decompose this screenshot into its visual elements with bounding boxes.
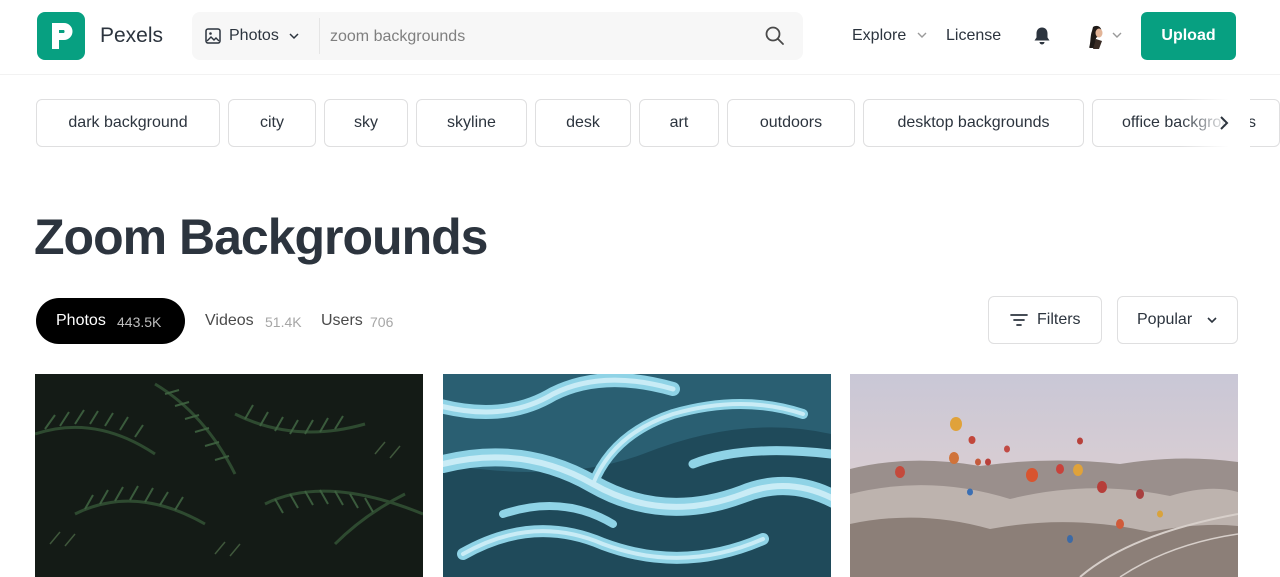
chip-outdoors[interactable]: outdoors: [727, 99, 855, 147]
filters-button[interactable]: Filters: [988, 296, 1102, 344]
tab-videos[interactable]: Videos: [205, 312, 254, 330]
chevron-down-icon: [289, 33, 299, 40]
tab-photos-count: 443.5K: [117, 314, 162, 330]
filter-icon: [1010, 314, 1028, 326]
photo-card-balloons[interactable]: [850, 374, 1238, 577]
related-searches-chips: dark background city sky skyline desk ar…: [0, 99, 1280, 147]
river-aerial-photo-image: [443, 374, 831, 577]
chevron-down-icon[interactable]: [917, 31, 927, 39]
brand-name[interactable]: Pexels: [100, 23, 163, 49]
tab-users-count: 706: [370, 314, 394, 330]
tab-photos-label: Photos: [56, 312, 106, 329]
chip-desktop-backgrounds[interactable]: desktop backgrounds: [863, 99, 1084, 147]
tab-photos[interactable]: Photos 443.5K: [36, 298, 185, 344]
chip-sky[interactable]: sky: [324, 99, 408, 147]
user-avatar[interactable]: [1083, 22, 1111, 50]
chevron-right-icon[interactable]: [1214, 113, 1234, 133]
sort-label: Popular: [1137, 311, 1193, 328]
fern-photo-image: [35, 374, 423, 577]
tab-videos-count: 51.4K: [265, 314, 302, 330]
search-input[interactable]: [328, 20, 752, 54]
chip-art[interactable]: art: [639, 99, 719, 147]
hot-air-balloons-photo-image: [850, 374, 1238, 577]
chip-city[interactable]: city: [228, 99, 316, 147]
page-title: Zoom Backgrounds: [34, 209, 488, 265]
chip-skyline[interactable]: skyline: [416, 99, 527, 147]
chevron-down-icon: [1207, 317, 1217, 324]
nav-explore[interactable]: Explore: [852, 26, 906, 46]
chip-dark-background[interactable]: dark background: [36, 99, 220, 147]
pexels-logo[interactable]: [37, 12, 85, 60]
search-type-label: Photos: [229, 27, 279, 44]
photo-card-river[interactable]: [443, 374, 831, 577]
search-divider: [319, 18, 320, 54]
filters-label: Filters: [1037, 311, 1081, 328]
tab-users[interactable]: Users: [321, 312, 363, 330]
upload-button[interactable]: Upload: [1141, 12, 1236, 60]
chip-desk[interactable]: desk: [535, 99, 631, 147]
chevron-down-icon[interactable]: [1112, 31, 1122, 39]
search-bar: Photos: [192, 12, 803, 60]
notifications-bell-icon[interactable]: [1033, 26, 1051, 46]
pexels-logo-icon: [52, 23, 73, 49]
image-icon: [205, 28, 221, 44]
photo-card-fern[interactable]: [35, 374, 423, 577]
user-avatar-image: [1083, 22, 1111, 50]
search-icon[interactable]: [764, 25, 786, 47]
nav-license[interactable]: License: [946, 26, 1001, 46]
top-nav-bar: Pexels Photos Explore License: [0, 0, 1280, 75]
search-type-dropdown[interactable]: Photos: [192, 12, 319, 60]
chip-office-backgrounds[interactable]: office backgrounds: [1092, 99, 1280, 147]
sort-dropdown[interactable]: Popular: [1117, 296, 1238, 344]
